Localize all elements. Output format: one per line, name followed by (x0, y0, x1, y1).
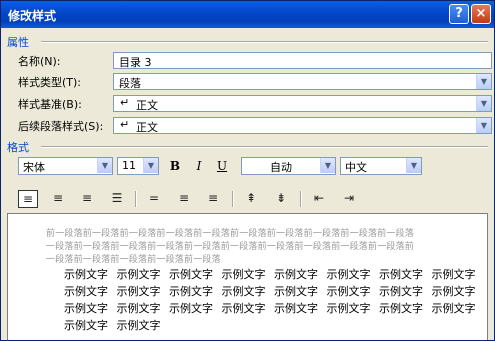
one-half-spacing-icon: ≡ (178, 191, 190, 205)
name-label: 名称(N): (18, 55, 61, 68)
previous-paragraph-line: 一段落前一段落前一段落前一段落前一段落 (46, 255, 221, 265)
double-spacing-icon: ≡ (207, 191, 219, 205)
format-section-title: 格式 (7, 141, 29, 154)
increase-indent-icon: ⇥ (343, 191, 355, 205)
font-color-value: 自动 (270, 161, 292, 174)
align-left-button[interactable]: ≡ (18, 190, 38, 208)
single-spacing-icon: = (148, 191, 160, 205)
sample-text-line: 示例文字 示例文字 示例文字 示例文字 示例文字 示例文字 示例文字 示例文字 (64, 302, 476, 315)
space-before-icon: ⇞ (245, 191, 257, 205)
name-value: 目录 3 (119, 56, 152, 69)
script-select[interactable]: 中文 ▼ (340, 157, 422, 175)
dialog-title: 修改样式 (8, 9, 57, 23)
properties-divider (41, 41, 488, 43)
decrease-indent-icon: ⇤ (313, 191, 325, 205)
style-type-label: 样式类型(T): (18, 76, 82, 89)
underline-button[interactable]: U (213, 158, 231, 175)
bold-button[interactable]: B (166, 158, 184, 175)
sample-text-line: 示例文字 示例文字 示例文字 示例文字 示例文字 示例文字 示例文字 示例文字 (64, 268, 476, 281)
toolbar-divider (300, 191, 302, 207)
modify-style-dialog: 修改样式 ? × 属性 名称(N): 目录 3 样式类型(T): 段落 ▼ 样式… (0, 0, 495, 341)
style-type-value: 段落 (119, 77, 141, 90)
space-after-icon: ⇟ (275, 191, 287, 205)
align-right-icon: ≡ (81, 191, 93, 205)
space-before-button[interactable]: ⇞ (241, 190, 261, 208)
align-left-icon: ≡ (22, 192, 34, 206)
previous-paragraph-line: 前一段落前一段落前一段落前一段落前一段落前一段落前一段落前一段落前一段落前一段落 (46, 229, 415, 239)
align-center-button[interactable]: ≡ (48, 190, 68, 208)
font-size-select[interactable]: 11 ▼ (117, 157, 159, 175)
chevron-down-icon[interactable]: ▼ (97, 158, 112, 173)
title-bar[interactable]: 修改样式 ? × (1, 1, 494, 28)
help-button[interactable]: ? (449, 4, 469, 24)
name-input[interactable]: 目录 3 (113, 52, 492, 69)
based-on-value: 正文 (136, 99, 158, 112)
next-style-value: 正文 (136, 121, 158, 134)
chevron-down-icon[interactable]: ▼ (406, 158, 421, 173)
double-spacing-button[interactable]: ≡ (203, 190, 223, 208)
justify-button[interactable]: ☰ (107, 190, 127, 208)
next-style-label: 后续段落样式(S): (18, 120, 104, 133)
sample-text-line: 示例文字 示例文字 (64, 319, 161, 332)
script-value: 中文 (345, 161, 367, 174)
sample-text-line: 示例文字 示例文字 示例文字 示例文字 示例文字 示例文字 示例文字 示例文字 (64, 285, 476, 298)
next-style-select[interactable]: ↵ 正文 ▼ (113, 117, 492, 134)
font-select[interactable]: 宋体 ▼ (18, 157, 113, 175)
align-right-button[interactable]: ≡ (77, 190, 97, 208)
font-value: 宋体 (23, 161, 45, 174)
style-preview-pane: 前一段落前一段落前一段落前一段落前一段落前一段落前一段落前一段落前一段落前一段落… (7, 213, 488, 340)
based-on-label: 样式基准(B): (18, 98, 82, 111)
paragraph-mark-icon: ↵ (120, 96, 130, 109)
single-spacing-button[interactable]: = (144, 190, 164, 208)
chevron-down-icon[interactable]: ▼ (143, 158, 158, 173)
decrease-indent-button[interactable]: ⇤ (309, 190, 329, 208)
chevron-down-icon[interactable]: ▼ (476, 74, 491, 89)
chevron-down-icon[interactable]: ▼ (476, 96, 491, 111)
font-size-value: 11 (122, 159, 136, 172)
style-type-select[interactable]: 段落 ▼ (113, 73, 492, 90)
one-half-spacing-button[interactable]: ≡ (174, 190, 194, 208)
toolbar-divider (232, 191, 234, 207)
properties-section-title: 属性 (7, 36, 29, 49)
align-center-icon: ≡ (52, 191, 64, 205)
close-button[interactable]: × (471, 4, 491, 24)
format-divider (41, 146, 488, 148)
toolbar-divider (135, 191, 137, 207)
paragraph-mark-icon: ↵ (120, 118, 130, 131)
space-after-button[interactable]: ⇟ (271, 190, 291, 208)
chevron-down-icon[interactable]: ▼ (320, 158, 335, 173)
justify-icon: ☰ (111, 191, 123, 205)
chevron-down-icon[interactable]: ▼ (476, 118, 491, 133)
font-color-select[interactable]: 自动 ▼ (241, 157, 336, 175)
increase-indent-button[interactable]: ⇥ (339, 190, 359, 208)
based-on-select[interactable]: ↵ 正文 ▼ (113, 95, 492, 112)
previous-paragraph-line: 一段落前一段落前一段落前一段落前一段落前一段落前一段落前一段落前一段落前一段落前 (46, 242, 415, 252)
italic-button[interactable]: I (190, 158, 208, 175)
